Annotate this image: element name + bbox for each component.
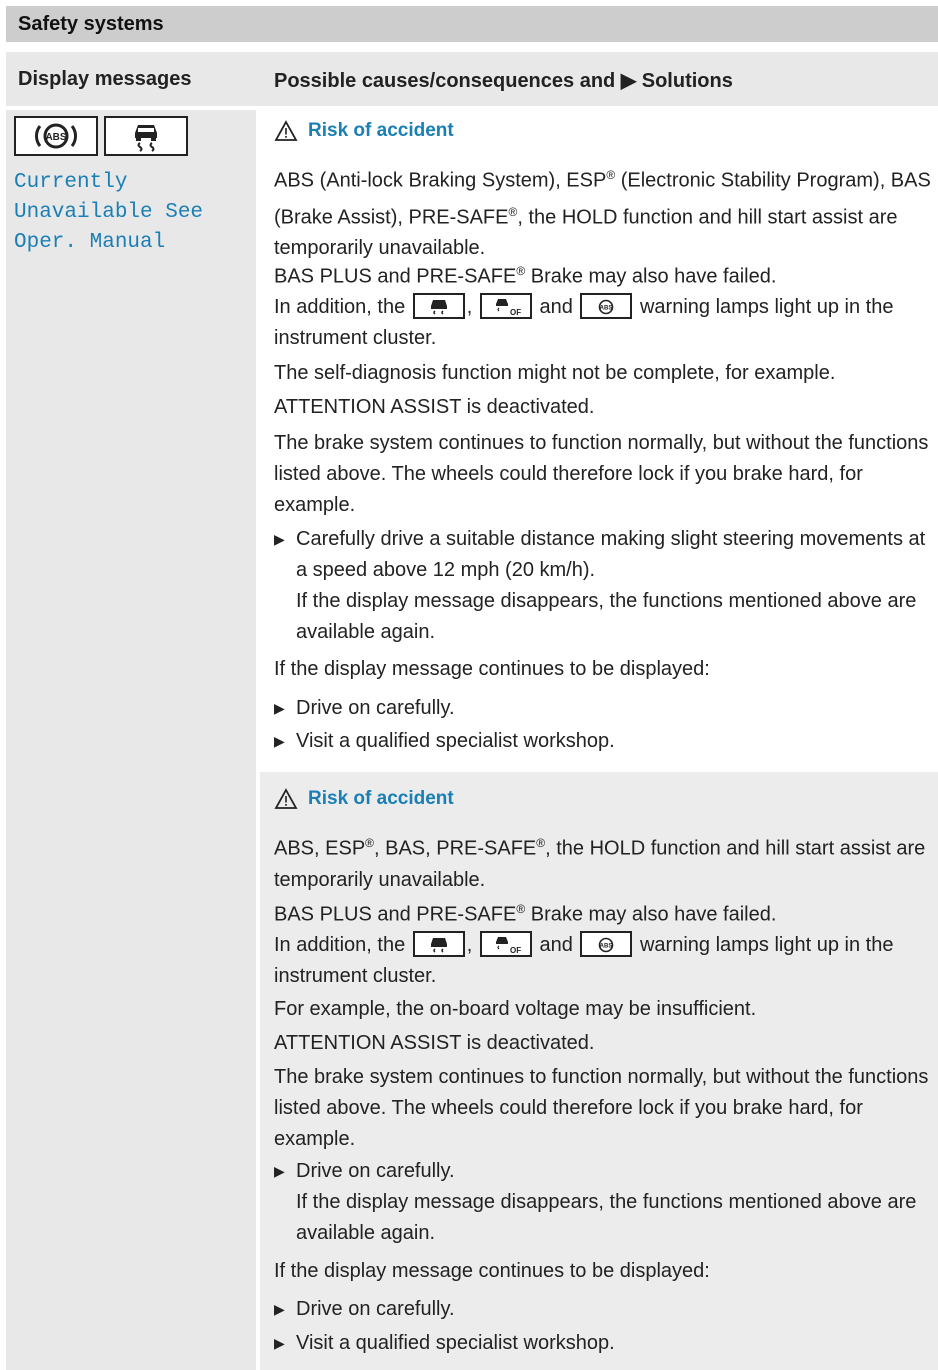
bullet-arrow-icon: ▶ <box>274 531 285 547</box>
message-line: Unavailable See <box>14 201 204 224</box>
warning-title: Risk of accident <box>308 788 454 809</box>
svg-text:ABS: ABS <box>45 132 66 143</box>
section-header: Safety systems <box>6 6 938 42</box>
svg-text:ABS: ABS <box>600 943 613 949</box>
abs-icon: ABS <box>14 116 98 156</box>
step-text: Carefully drive a suitable distance maki… <box>296 528 926 581</box>
esp-off-warning-lamp-icon: OFF <box>479 930 532 957</box>
lamp-text-prefix: In addition, the <box>274 934 406 956</box>
solution-step: ▶ Drive on carefully. If the display mes… <box>274 1156 934 1249</box>
paragraph: BAS PLUS and PRE-SAFE® Brake may also ha… <box>274 902 777 926</box>
warning-lamps-line: In addition, the , OFF and ABS warning l… <box>274 930 934 992</box>
message-line: Currently <box>14 171 128 194</box>
warning-lamps-line: In addition, the , OFF and ABS warning l… <box>274 292 934 354</box>
solution-step: ▶ Visit a qualified specialist workshop. <box>274 726 934 757</box>
solution-step: ▶ Drive on carefully. <box>274 1294 934 1325</box>
step-note: If the display message disappears, the f… <box>296 590 917 643</box>
bullet-arrow-icon: ▶ <box>274 1301 285 1317</box>
esp-skid-icon <box>104 116 188 156</box>
esp-off-warning-lamp-icon: OFF <box>479 292 532 319</box>
bullet-arrow-icon: ▶ <box>274 700 285 716</box>
step-text: Visit a qualified specialist workshop. <box>296 730 615 752</box>
column-header-display-messages: Display messages <box>18 68 192 90</box>
svg-text:OFF: OFF <box>510 946 521 955</box>
risk-warning: Risk of accident <box>274 788 454 810</box>
warning-triangle-icon <box>274 788 298 809</box>
paragraph: The brake system continues to function n… <box>274 432 929 516</box>
paragraph: The self-diagnosis function might not be… <box>274 362 836 384</box>
paragraph: If the display message continues to be d… <box>274 658 710 680</box>
display-messages-column <box>6 110 256 1370</box>
solution-step: ▶ Visit a qualified specialist workshop. <box>274 1328 934 1359</box>
svg-text:OFF: OFF <box>510 308 521 317</box>
abs-warning-lamp-icon: ABS <box>580 292 633 319</box>
esp-warning-lamp-icon <box>412 292 465 319</box>
lamp-sep: and <box>539 296 573 318</box>
paragraph: ABS, ESP®, BAS, PRE-SAFE®, the HOLD func… <box>274 836 926 891</box>
step-text: Drive on carefully. <box>296 697 455 719</box>
lamp-sep: , <box>466 296 473 318</box>
warning-title: Risk of accident <box>308 120 454 141</box>
solution-step: ▶ Drive on carefully. <box>274 693 934 724</box>
display-message-text: Currently Unavailable See Oper. Manual <box>14 168 203 258</box>
paragraph: BAS PLUS and PRE-SAFE® Brake may also ha… <box>274 264 777 288</box>
column-header-causes-solutions: Possible causes/consequences and ▶ Solut… <box>274 70 733 92</box>
manual-page: Safety systems Display messages Possible… <box>0 0 938 1370</box>
paragraph: ABS (Anti-lock Braking System), ESP® (El… <box>274 168 931 260</box>
bullet-arrow-icon: ▶ <box>274 733 285 749</box>
solution-block-2: Risk of accident ABS, ESP®, BAS, PRE-SAF… <box>260 772 938 1370</box>
lamp-sep: , <box>466 934 473 956</box>
risk-warning: Risk of accident <box>274 120 454 142</box>
svg-text:ABS: ABS <box>600 305 613 311</box>
message-line: Oper. Manual <box>14 231 166 254</box>
warning-triangle-icon <box>274 120 298 141</box>
paragraph: For example, the on-board voltage may be… <box>274 998 757 1020</box>
bullet-arrow-icon: ▶ <box>274 1335 285 1351</box>
paragraph: ATTENTION ASSIST is deactivated. <box>274 1032 595 1054</box>
step-text: Drive on carefully. <box>296 1298 455 1320</box>
step-note: If the display message disappears, the f… <box>296 1191 917 1244</box>
lamp-text-prefix: In addition, the <box>274 296 406 318</box>
lamp-sep: and <box>539 934 573 956</box>
bullet-arrow-icon: ▶ <box>274 1163 285 1179</box>
paragraph: If the display message continues to be d… <box>274 1260 710 1282</box>
step-text: Visit a qualified specialist workshop. <box>296 1332 615 1354</box>
paragraph: ATTENTION ASSIST is deactivated. <box>274 396 595 418</box>
solution-block-1: Risk of accident ABS (Anti-lock Braking … <box>260 110 938 770</box>
paragraph: The brake system continues to function n… <box>274 1066 929 1150</box>
solution-step: ▶ Carefully drive a suitable distance ma… <box>274 524 934 648</box>
abs-warning-lamp-icon: ABS <box>580 930 633 957</box>
column-header-row: Display messages Possible causes/consequ… <box>6 52 938 106</box>
step-text: Drive on carefully. <box>296 1160 455 1182</box>
esp-warning-lamp-icon <box>412 930 465 957</box>
section-title: Safety systems <box>18 12 164 35</box>
